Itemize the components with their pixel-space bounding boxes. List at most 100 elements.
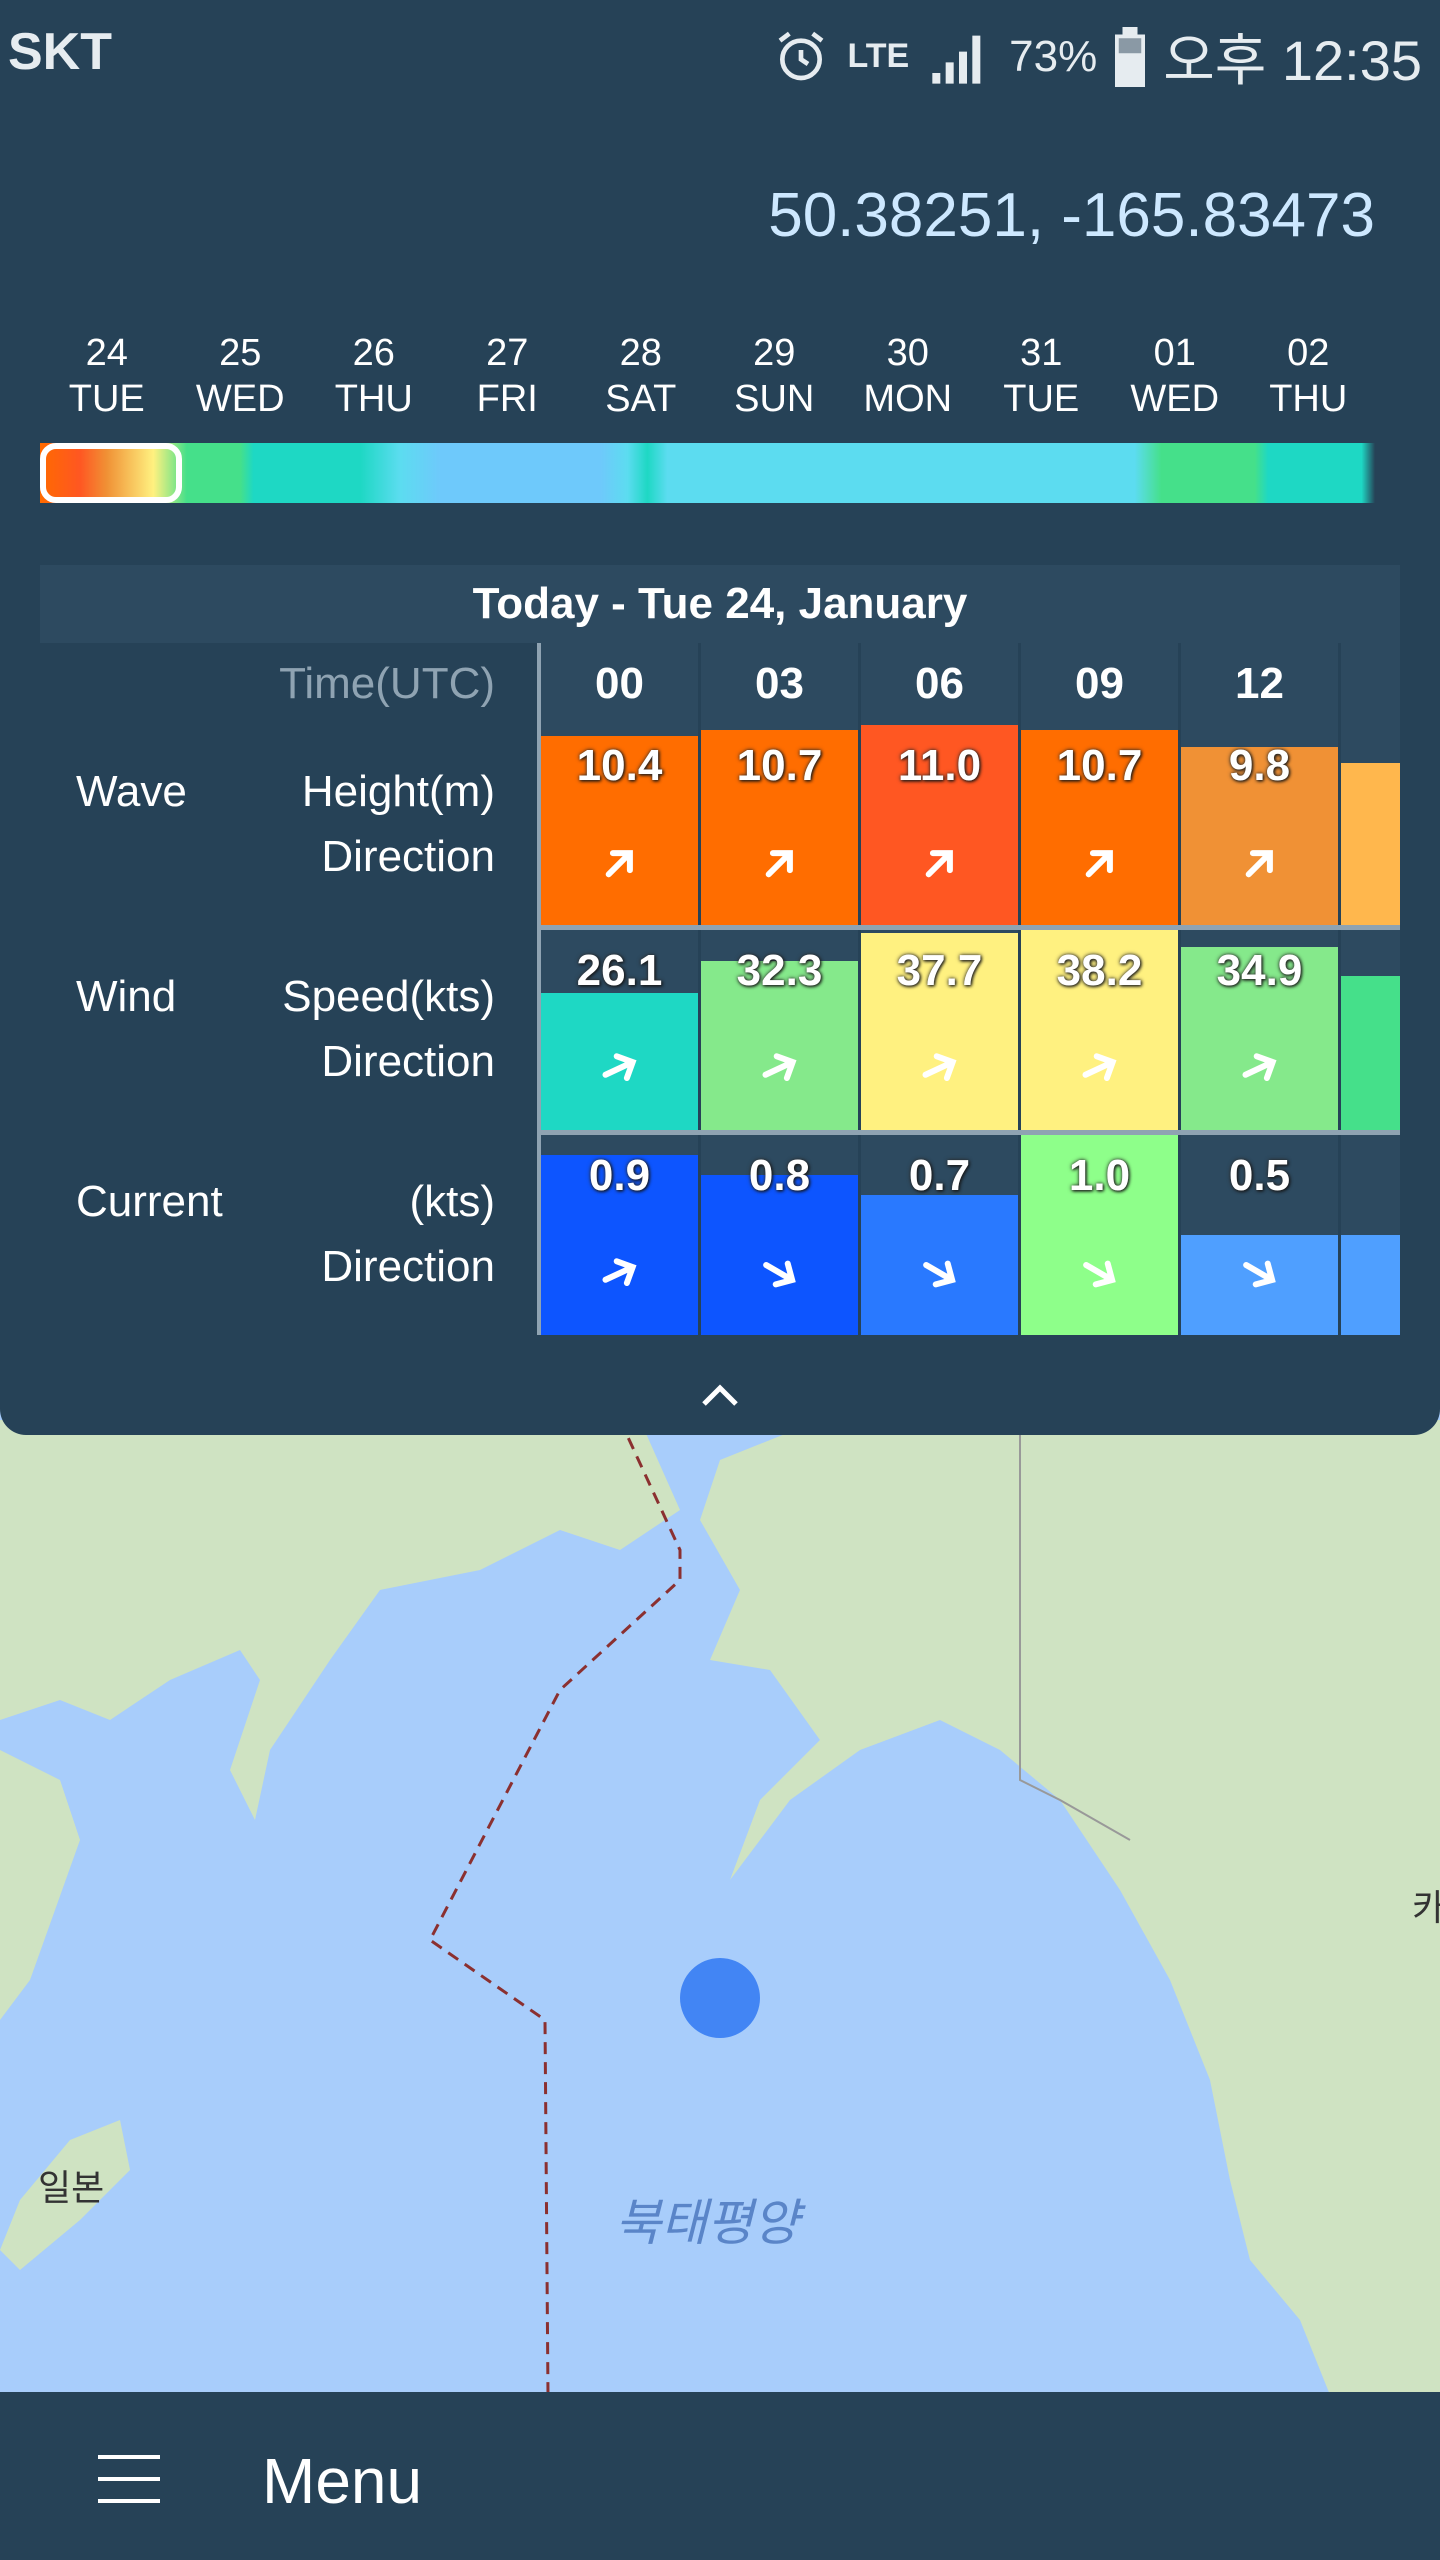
day-31[interactable]: 31 TUE — [975, 330, 1109, 422]
map[interactable]: 일본 북태평양 카 — [0, 1420, 1440, 2395]
forecast-panel: SKT LTE 73% 오후 12:35 50.38251, -165.8347… — [0, 0, 1440, 1435]
forecast-cell[interactable]: 0.8 — [701, 1135, 861, 1335]
day-number: 30 — [886, 332, 929, 374]
forecast-cell[interactable]: 0.9 — [541, 1135, 701, 1335]
signal-icon — [932, 35, 981, 84]
cell-value: 9.8 — [1228, 741, 1291, 790]
day-number: 26 — [352, 332, 395, 374]
cell-value: 11.0 — [897, 741, 982, 790]
day-number: 01 — [1153, 332, 1196, 374]
cell-value: 37.7 — [896, 946, 983, 995]
cell-value: 34.9 — [1216, 946, 1303, 995]
carrier: SKT — [8, 23, 112, 81]
cell-value: 0.9 — [588, 1151, 651, 1200]
day-number: 28 — [619, 332, 662, 374]
day-30[interactable]: 30 MON — [841, 330, 975, 422]
day-25[interactable]: 25 WED — [174, 330, 308, 422]
cell-value: 32.3 — [736, 946, 823, 995]
time-value: 00 — [595, 659, 644, 708]
forecast-cell[interactable]: 10.7 — [1021, 725, 1181, 925]
value-fill — [1341, 1235, 1400, 1335]
forecast-cell[interactable]: 1.0 — [1021, 1135, 1181, 1335]
forecast-cell[interactable]: 34.9 — [1181, 930, 1341, 1130]
hamburger-menu-icon[interactable] — [98, 2454, 160, 2504]
day-24[interactable]: 24 TUE — [40, 330, 174, 422]
day-26[interactable]: 26 THU — [307, 330, 441, 422]
cell-value: 2 — [1341, 946, 1400, 996]
label-north-pacific: 북태평양 — [615, 2195, 806, 2251]
timeline-bar[interactable] — [40, 443, 1375, 503]
time-header: 09 — [1021, 643, 1181, 725]
label-japan: 일본 — [38, 2167, 104, 2208]
timeline-selection-handle[interactable] — [40, 443, 182, 503]
time-value: 09 — [1075, 659, 1124, 708]
day-selector: 24 TUE 25 WED 26 THU 27 FRI 28 SAT 29 SUN 30 MON 31 TUE… — [40, 330, 1375, 422]
cell-value: 1.0 — [1068, 1151, 1131, 1200]
time-row: Time(UTC) 00 03 06 09 12 1 — [40, 643, 1400, 725]
time-label: Time(UTC) — [40, 643, 537, 725]
bottom-bar: Menu — [0, 2392, 1440, 2560]
day-28[interactable]: 28 SAT — [574, 330, 708, 422]
time-header: 00 — [541, 643, 701, 725]
collapse-chevron-icon[interactable] — [700, 1380, 740, 1410]
day-weekday: SUN — [734, 378, 815, 420]
row-unit: Speed(kts) — [282, 972, 495, 1021]
time-header: 06 — [861, 643, 1021, 725]
forecast-cell[interactable]: 9.8 — [1181, 725, 1341, 925]
row-wind: Wind Speed(kts) Direction 26.1 32.3 37.7… — [40, 930, 1400, 1130]
day-29[interactable]: 29 SUN — [708, 330, 842, 422]
forecast-cell[interactable]: 26.1 — [541, 930, 701, 1130]
battery-percent: 73% — [1009, 31, 1098, 81]
forecast-cell[interactable]: 2 — [1341, 930, 1400, 1130]
time-header: 1 — [1341, 643, 1400, 725]
day-number: 24 — [85, 332, 128, 374]
forecast-cell[interactable]: 38.2 — [1021, 930, 1181, 1130]
forecast-cell[interactable]: 8 — [1341, 725, 1400, 925]
day-weekday: THU — [1269, 378, 1348, 420]
forecast-cell[interactable]: 32.3 — [701, 930, 861, 1130]
day-number: 29 — [753, 332, 796, 374]
row-direction-label: Direction — [321, 1242, 495, 1291]
time-value: 12 — [1235, 659, 1284, 708]
day-27[interactable]: 27 FRI — [441, 330, 575, 422]
cell-value: 0.8 — [748, 1151, 811, 1200]
day-weekday: SAT — [605, 378, 677, 420]
forecast-cell[interactable]: 0.5 — [1181, 1135, 1341, 1335]
row-name: Current — [76, 1177, 223, 1226]
alarm-icon — [779, 31, 824, 80]
menu-button[interactable]: Menu — [262, 2444, 422, 2518]
cell-value: 10.4 — [576, 741, 663, 790]
day-number: 31 — [1020, 332, 1063, 374]
cell-value: 8 — [1341, 741, 1400, 791]
network-type: LTE — [847, 37, 910, 75]
forecast-table: Today - Tue 24, January Time(UTC) 00 03 06… — [40, 565, 1400, 1335]
day-weekday: MON — [863, 378, 953, 420]
time-header: 03 — [701, 643, 861, 725]
forecast-cell[interactable]: 11.0 — [861, 725, 1021, 925]
forecast-cell[interactable]: 10.7 — [701, 725, 861, 925]
time-header: 12 — [1181, 643, 1341, 725]
forecast-cell[interactable]: 10.4 — [541, 725, 701, 925]
forecast-cell[interactable]: 0.7 — [861, 1135, 1021, 1335]
status-bar: SKT LTE 73% 오후 12:35 — [0, 0, 1440, 100]
day-number: 25 — [219, 332, 262, 374]
forecast-cell[interactable]: 0 — [1341, 1135, 1400, 1335]
table-title: Today - Tue 24, January — [40, 565, 1400, 643]
day-weekday: TUE — [68, 378, 145, 420]
row-direction-label: Direction — [321, 1037, 495, 1086]
label-canada: 카 — [1412, 1887, 1440, 1928]
cell-value: 10.7 — [1056, 741, 1143, 790]
cell-value: 0.5 — [1228, 1151, 1291, 1200]
day-weekday: FRI — [476, 378, 538, 420]
value-fill — [1341, 975, 1400, 1130]
day-01[interactable]: 01 WED — [1108, 330, 1242, 422]
day-weekday: THU — [334, 378, 413, 420]
location-marker[interactable] — [680, 1958, 760, 2038]
cell-value: 10.7 — [736, 741, 823, 790]
row-name: Wind — [76, 972, 177, 1021]
row-label: Wind Speed(kts) Direction — [40, 930, 537, 1130]
day-02[interactable]: 02 THU — [1242, 330, 1376, 422]
row-unit: (kts) — [409, 1177, 495, 1226]
forecast-cell[interactable]: 37.7 — [861, 930, 1021, 1130]
cell-value: 0 — [1341, 1151, 1400, 1201]
